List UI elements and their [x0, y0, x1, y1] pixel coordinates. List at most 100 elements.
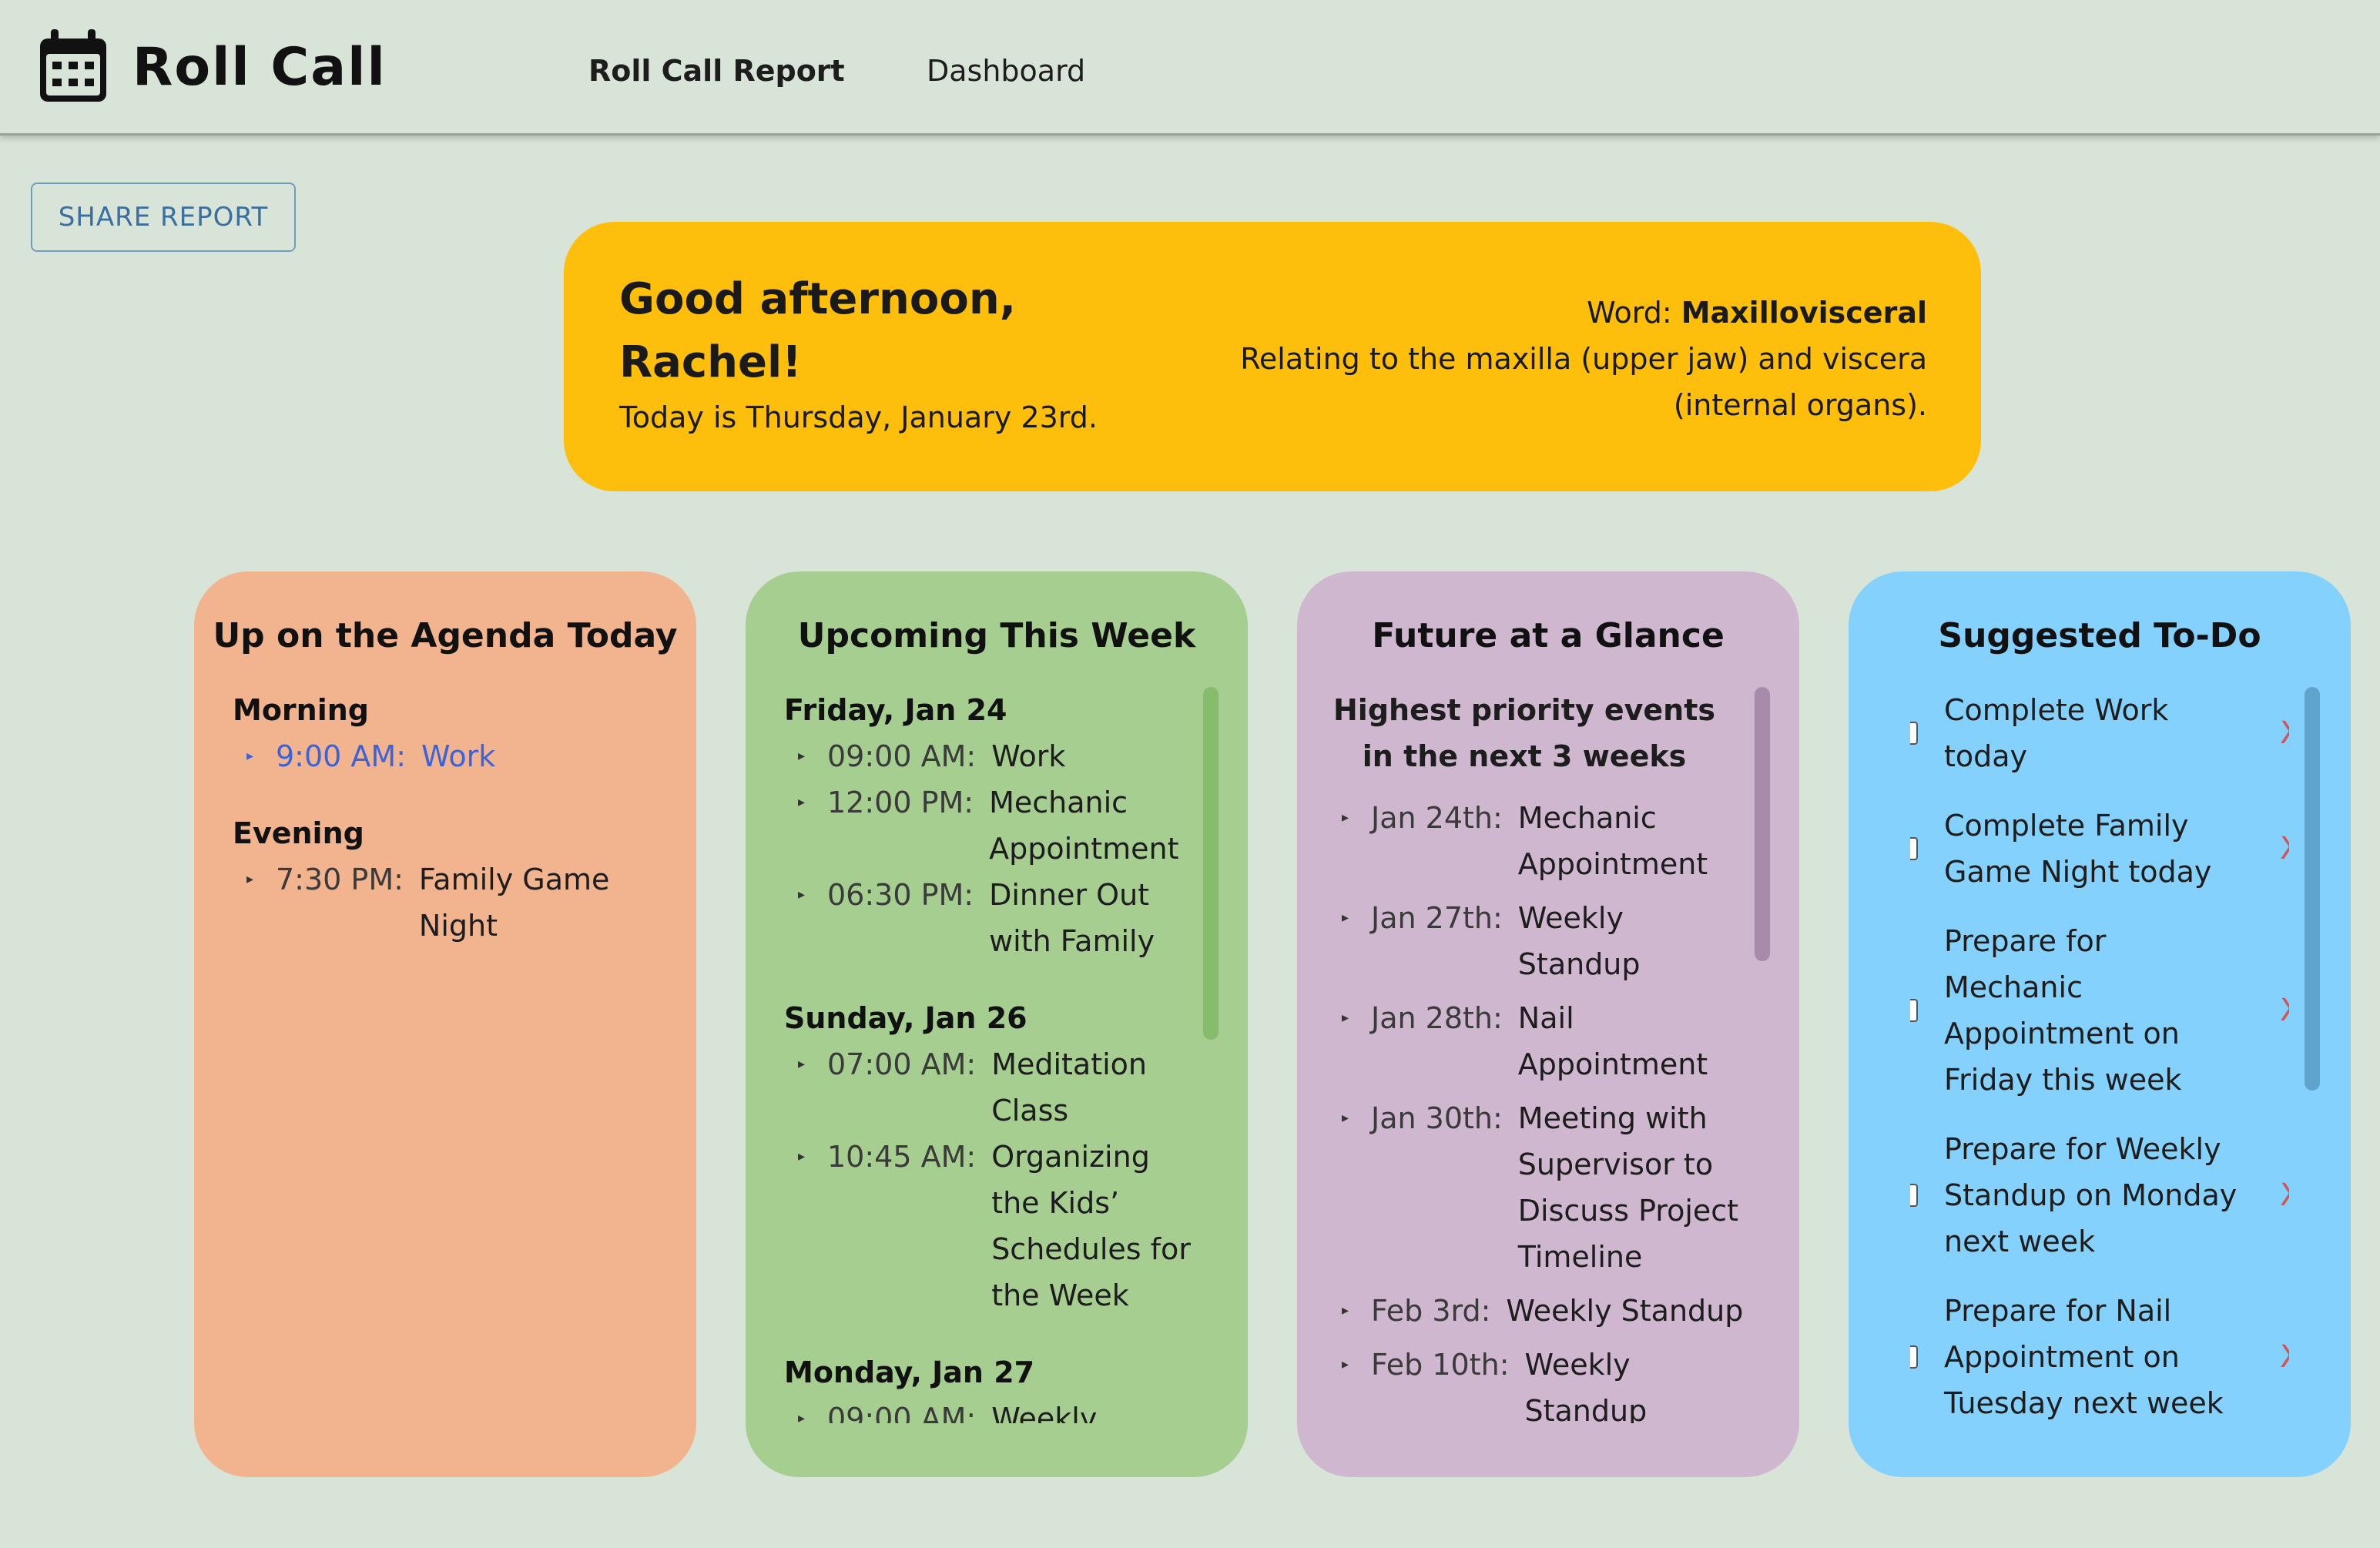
- day-label: Friday, Jan 24: [784, 693, 1007, 727]
- future-event-row: ▸ Feb 3rd: Weekly Standup: [1328, 1288, 1753, 1334]
- future-event-row: ▸ Jan 30th: Meeting with Supervisor to D…: [1328, 1095, 1753, 1280]
- top-nav-bar: Roll Call Roll Call Report Dashboard: [0, 0, 2380, 136]
- event-time: 06:30 PM:: [827, 878, 974, 912]
- bullet-icon: ▸: [798, 1148, 806, 1164]
- calendar-icon: [40, 29, 106, 102]
- agenda-today-card: Up on the Agenda Today Morning ▸ 9:00 AM…: [194, 571, 696, 1477]
- card-body: Friday, Jan 24 ▸ 09:00 AM: Work ▸ 12:00 …: [784, 687, 1194, 1423]
- todo-item: Prepare for Nail Appointment on Tuesday …: [1910, 1288, 2289, 1423]
- bullet-icon: ▸: [1342, 1302, 1349, 1318]
- bullet-icon: ▸: [1342, 910, 1349, 926]
- todo-text: Complete Family Game Night today: [1944, 809, 2212, 889]
- event-time: 07:00 AM:: [827, 1047, 977, 1081]
- event-row: ▸ 7:30 PM: Family Game Night: [233, 856, 665, 949]
- scrollbar[interactable]: [1755, 687, 1770, 961]
- bullet-icon: ▸: [798, 748, 806, 764]
- nav-dashboard[interactable]: Dashboard: [927, 54, 1085, 88]
- greeting-banner: Good afternoon, Rachel! Today is Thursda…: [564, 222, 1981, 491]
- future-glance-card: Future at a Glance Highest priority even…: [1297, 571, 1799, 1477]
- event-row: ▸ 09:00 AM: Weekly: [784, 1396, 1194, 1423]
- todo-checkbox[interactable]: [1910, 1345, 1918, 1369]
- event-title: Meeting with Supervisor to Discuss Proje…: [1517, 1101, 1739, 1274]
- word-of-the-day: Word: Maxillovisceral Relating to the ma…: [1111, 290, 1927, 428]
- event-row[interactable]: ▸ 9:00 AM: Work: [233, 733, 665, 779]
- section-label-evening: Evening: [233, 816, 364, 850]
- todo-checkbox[interactable]: [1910, 1184, 1918, 1207]
- event-row: ▸ 06:30 PM: Dinner Out with Family: [784, 872, 1194, 964]
- event-title: Organizing the Kids’ Schedules for the W…: [991, 1140, 1191, 1312]
- card-title: Upcoming This Week: [797, 616, 1196, 655]
- todo-text: Prepare for Nail Appointment on Tuesday …: [1944, 1294, 2224, 1420]
- todo-item: Prepare for Weekly Standup on Monday nex…: [1910, 1126, 2289, 1265]
- card-title: Future at a Glance: [1372, 616, 1725, 655]
- event-title: Dinner Out with Family: [989, 878, 1155, 958]
- card-body: Morning ▸ 9:00 AM: Work Evening ▸ 7:30 P…: [233, 687, 665, 1423]
- bullet-icon: ▸: [798, 1410, 806, 1423]
- future-event-row: ▸ Jan 24th: Mechanic Appointment: [1328, 795, 1753, 887]
- event-date: Jan 28th:: [1371, 1001, 1503, 1035]
- remove-todo-icon[interactable]: X: [2280, 1172, 2289, 1218]
- app-title: Roll Call: [132, 37, 387, 98]
- event-time: 12:00 PM:: [827, 786, 974, 819]
- section-label-morning: Morning: [233, 693, 369, 727]
- word-heading: Word: Maxillovisceral: [1111, 290, 1927, 336]
- event-time: 09:00 AM:: [827, 739, 977, 773]
- card-title: Suggested To-Do: [1938, 616, 2261, 655]
- bullet-icon: ▸: [1342, 1356, 1349, 1372]
- todo-item: Complete Work today X: [1910, 687, 2289, 779]
- future-subtitle: Highest priority events in the next 3 we…: [1332, 693, 1716, 773]
- day-label: Monday, Jan 27: [784, 1355, 1035, 1389]
- word-label: Word:: [1587, 296, 1681, 330]
- event-time: 10:45 AM:: [827, 1140, 977, 1174]
- greeting: Good afternoon, Rachel!: [619, 268, 1051, 394]
- card-body: Highest priority events in the next 3 we…: [1328, 687, 1753, 1423]
- event-time: 7:30 PM:: [276, 863, 404, 896]
- todo-text: Prepare for Weekly Standup on Monday nex…: [1944, 1132, 2238, 1258]
- card-title: Up on the Agenda Today: [213, 616, 678, 655]
- remove-todo-icon[interactable]: X: [2280, 826, 2289, 872]
- bullet-icon: ▸: [798, 1056, 806, 1072]
- share-report-button[interactable]: SHARE REPORT: [31, 183, 296, 252]
- bullet-icon: ▸: [798, 794, 806, 810]
- event-time: 9:00 AM:: [276, 739, 406, 773]
- remove-todo-icon[interactable]: X: [2280, 987, 2289, 1034]
- event-title: Mechanic Appointment: [1517, 801, 1708, 881]
- event-date: Feb 3rd:: [1371, 1294, 1491, 1328]
- event-title: Nail Appointment: [1517, 1001, 1708, 1081]
- todo-checkbox[interactable]: [1910, 999, 1918, 1022]
- scrollbar[interactable]: [2305, 687, 2320, 1091]
- remove-todo-icon[interactable]: X: [2280, 1334, 2289, 1380]
- event-title: Meditation Class: [991, 1047, 1148, 1127]
- future-event-row: ▸ Feb 10th: Weekly Standup: [1328, 1342, 1753, 1423]
- bullet-icon: ▸: [1342, 1010, 1349, 1026]
- event-row: ▸ 12:00 PM: Mechanic Appointment: [784, 779, 1194, 872]
- event-title: Weekly: [991, 1402, 1098, 1423]
- event-title: Work: [991, 739, 1066, 773]
- suggested-todo-card: Suggested To-Do Complete Work today X Co…: [1849, 571, 2351, 1477]
- todo-checkbox[interactable]: [1910, 722, 1918, 745]
- nav-roll-call-report[interactable]: Roll Call Report: [588, 54, 845, 88]
- scrollbar[interactable]: [1203, 687, 1218, 1040]
- event-date: Feb 10th:: [1371, 1348, 1510, 1382]
- event-row: ▸ 07:00 AM: Meditation Class: [784, 1041, 1194, 1134]
- bullet-icon: ▸: [246, 748, 254, 764]
- event-row: ▸ 10:45 AM: Organizing the Kids’ Schedul…: [784, 1134, 1194, 1318]
- todo-checkbox[interactable]: [1910, 837, 1918, 860]
- event-title: Weekly Standup: [1517, 901, 1641, 981]
- remove-todo-icon[interactable]: X: [2280, 710, 2289, 756]
- bullet-icon: ▸: [246, 871, 254, 887]
- event-title: Weekly Standup: [1524, 1348, 1648, 1423]
- event-title: Family Game Night: [418, 863, 610, 943]
- word-definition: Relating to the maxilla (upper jaw) and …: [1240, 342, 1927, 422]
- future-event-row: ▸ Jan 28th: Nail Appointment: [1328, 995, 1753, 1087]
- event-date: Jan 30th:: [1371, 1101, 1503, 1135]
- event-row: ▸ 09:00 AM: Work: [784, 733, 1194, 779]
- todo-text: Prepare for Mechanic Appointment on Frid…: [1944, 924, 2182, 1097]
- todo-item: Complete Family Game Night today X: [1910, 802, 2289, 895]
- greeting-line-1: Good afternoon,: [619, 274, 1016, 324]
- future-event-row: ▸ Jan 27th: Weekly Standup: [1328, 895, 1753, 987]
- event-time: 09:00 AM:: [827, 1402, 977, 1423]
- todo-text: Complete Work today: [1944, 693, 2169, 773]
- day-label: Sunday, Jan 26: [784, 1001, 1027, 1035]
- event-date: Jan 27th:: [1371, 901, 1503, 935]
